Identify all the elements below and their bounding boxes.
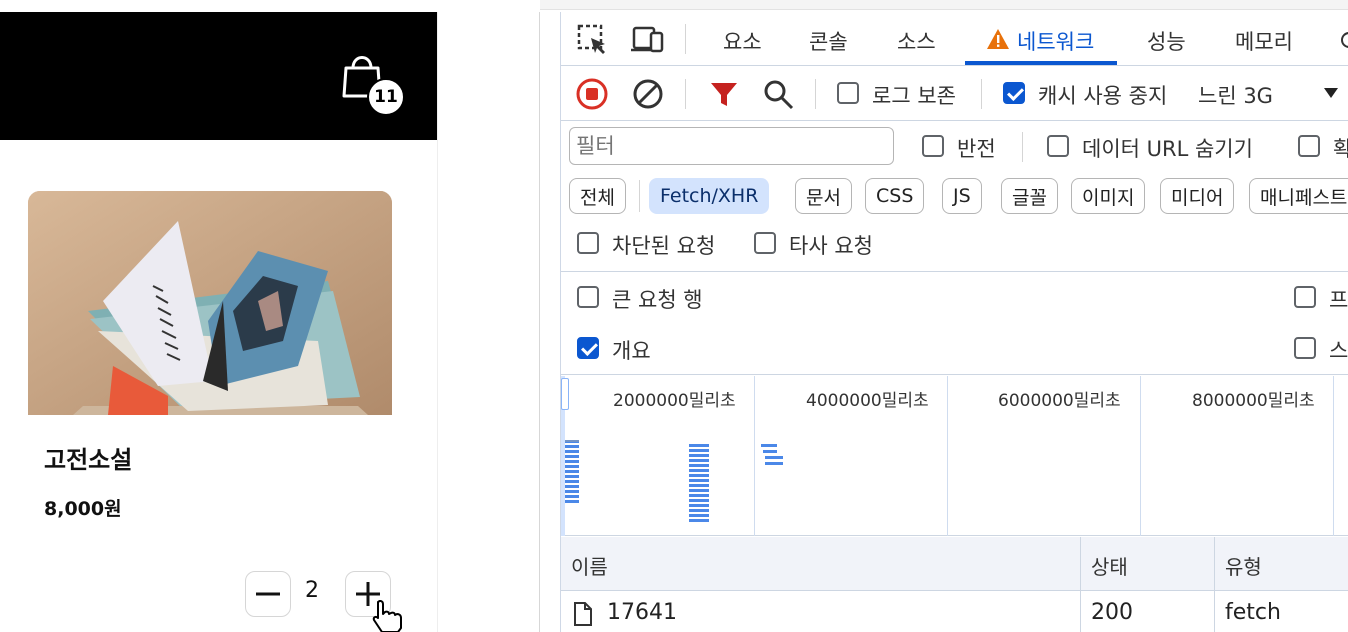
- cart-count-badge: 11: [367, 78, 405, 116]
- active-tab-indicator: [965, 61, 1117, 65]
- filter-chip-all[interactable]: 전체: [569, 178, 626, 214]
- overview-range-handle[interactable]: [561, 378, 569, 410]
- overview-gridline: [947, 376, 948, 536]
- throttling-select[interactable]: 느린 3G: [1198, 80, 1273, 110]
- disable-cache-label: 캐시 사용 중지: [1038, 84, 1168, 108]
- request-status: 200: [1091, 600, 1133, 625]
- minus-icon: [256, 592, 280, 596]
- tab-network[interactable]: 네트워크: [1017, 26, 1094, 56]
- screenshots-checkbox[interactable]: [1294, 337, 1316, 359]
- tab-console[interactable]: 콘솔: [809, 26, 848, 56]
- preserve-log-checkbox[interactable]: [837, 82, 859, 104]
- product-price: 8,000원: [44, 498, 122, 520]
- disable-cache-checkbox[interactable]: [1003, 82, 1025, 104]
- overview-label: 개요: [612, 339, 651, 363]
- filter-chip-media[interactable]: 미디어: [1160, 178, 1235, 214]
- decrease-quantity-button[interactable]: [245, 571, 291, 617]
- network-settings: 큰 요청 행 프 개요 스: [561, 273, 1348, 375]
- open-book-photo-icon: [28, 191, 392, 415]
- shop-page: 11 고전소설 8,000원 2: [0, 0, 540, 632]
- tab-performance[interactable]: 성능: [1147, 26, 1186, 56]
- table-row[interactable]: 17641 200 fetch: [561, 592, 1348, 632]
- third-party-label: 타사 요청: [789, 234, 873, 258]
- extensions-label: 확: [1333, 137, 1348, 161]
- network-overview-timeline[interactable]: 2000000밀리초 4000000밀리초 6000000밀리초 8000000…: [561, 376, 1348, 536]
- filter-separator: [1022, 132, 1023, 162]
- overview-checkbox[interactable]: [577, 337, 599, 359]
- invert-label: 반전: [957, 137, 996, 161]
- request-type: fetch: [1225, 600, 1281, 625]
- filter-input[interactable]: [569, 127, 894, 165]
- request-name: 17641: [607, 600, 677, 625]
- filter-chip-fetch-xhr[interactable]: Fetch/XHR: [649, 178, 770, 214]
- product-title[interactable]: 고전소설: [44, 440, 132, 475]
- filter-chip-js[interactable]: JS: [942, 178, 982, 214]
- overview-tick-label: 8000000밀리초: [1192, 391, 1315, 411]
- blocked-requests-label: 차단된 요청: [612, 234, 716, 258]
- devtools-panel: 요소 콘솔 소스 네트워크 성능 메모리 로그 보존 캐시 사용 중지 느린 3…: [560, 12, 1348, 632]
- filter-chip-manifest[interactable]: 매니페스트: [1249, 178, 1348, 214]
- blocked-requests-checkbox[interactable]: [577, 232, 599, 254]
- device-toolbar-icon[interactable]: [631, 22, 665, 56]
- request-bars: [565, 440, 783, 522]
- column-name[interactable]: 이름: [571, 551, 608, 580]
- tab-separator: [685, 24, 686, 54]
- column-type[interactable]: 유형: [1225, 551, 1262, 580]
- invert-checkbox[interactable]: [922, 135, 944, 157]
- filter-funnel-icon[interactable]: [707, 77, 741, 111]
- overview-tick-label: 4000000밀리초: [806, 391, 929, 411]
- hand-pointer-cursor-icon: [372, 600, 402, 632]
- filter-chip-img[interactable]: 이미지: [1071, 178, 1146, 214]
- network-toolbar: 로그 보존 캐시 사용 중지 느린 3G: [561, 67, 1348, 121]
- chevron-down-icon[interactable]: [1323, 87, 1339, 99]
- preserve-log-label: 로그 보존: [872, 84, 956, 108]
- page-gutter: [437, 12, 540, 632]
- filter-chip-font[interactable]: 글꼴: [1001, 178, 1058, 214]
- search-icon[interactable]: [761, 77, 795, 111]
- tab-elements[interactable]: 요소: [723, 26, 762, 56]
- more-tabs-icon[interactable]: [1339, 30, 1348, 50]
- product-image[interactable]: [28, 191, 392, 415]
- third-party-checkbox[interactable]: [754, 232, 776, 254]
- panel-divider[interactable]: [539, 12, 540, 632]
- big-request-rows-checkbox[interactable]: [577, 286, 599, 308]
- group-by-frame-label: 프: [1329, 288, 1348, 312]
- document-icon: [574, 602, 592, 626]
- toolbar-separator: [685, 79, 686, 109]
- group-by-frame-checkbox[interactable]: [1294, 286, 1316, 308]
- request-table-header: 이름 상태 유형: [561, 537, 1348, 632]
- filter-chip-css[interactable]: CSS: [865, 178, 925, 214]
- overview-tick-label: 2000000밀리초: [613, 391, 736, 411]
- hide-data-urls-checkbox[interactable]: [1047, 135, 1069, 157]
- toolbar-separator: [981, 79, 982, 109]
- inspect-element-icon[interactable]: [575, 22, 609, 56]
- quantity-value: 2: [305, 578, 319, 603]
- overview-gridline: [1333, 376, 1334, 536]
- filter-chip-doc[interactable]: 문서: [795, 178, 852, 214]
- stop-recording-icon[interactable]: [575, 77, 609, 111]
- column-status[interactable]: 상태: [1091, 551, 1128, 580]
- extensions-checkbox[interactable]: [1298, 135, 1320, 157]
- hide-data-urls-label: 데이터 URL 숨기기: [1082, 137, 1253, 161]
- screenshots-label: 스: [1329, 339, 1348, 363]
- toolbar-separator: [815, 79, 816, 109]
- warning-icon: [987, 29, 1009, 49]
- overview-gridline: [1140, 376, 1141, 536]
- tab-memory[interactable]: 메모리: [1235, 26, 1293, 56]
- big-request-rows-label: 큰 요청 행: [612, 288, 703, 312]
- overview-tick-label: 6000000밀리초: [998, 391, 1121, 411]
- tab-sources[interactable]: 소스: [897, 26, 936, 56]
- devtools-tab-bar: 요소 콘솔 소스 네트워크 성능 메모리: [561, 12, 1348, 66]
- filter-bar: 반전 데이터 URL 숨기기 확 전체 Fetch/XHR 문서 CSS JS …: [561, 122, 1348, 272]
- chip-separator: [639, 180, 640, 212]
- clear-icon[interactable]: [631, 77, 665, 111]
